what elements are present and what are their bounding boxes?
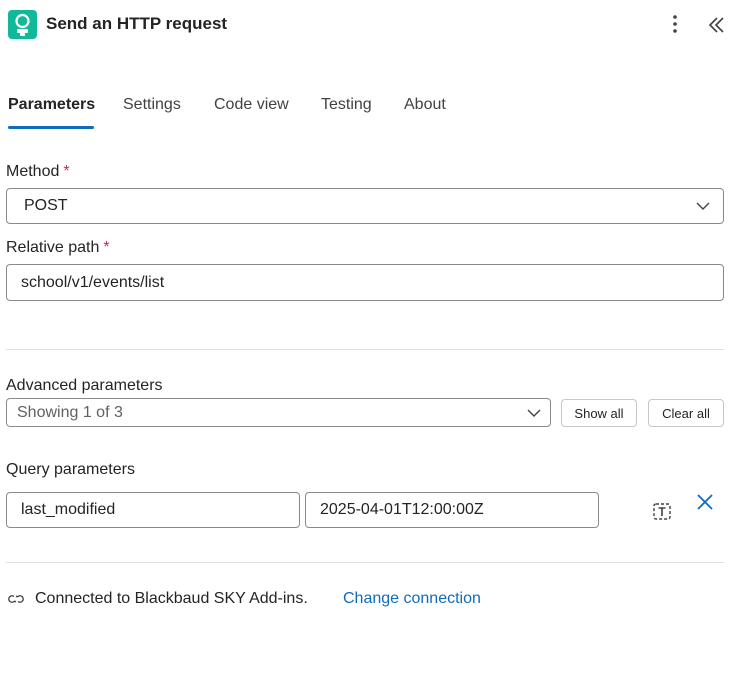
tab-code-view[interactable]: Code view <box>214 96 289 114</box>
query-key-value: last_modified <box>21 501 116 518</box>
connection-status: Connected to Blackbaud SKY Add-ins. <box>35 590 308 607</box>
insert-text-icon[interactable] <box>651 500 673 522</box>
method-label-text: Method <box>6 163 60 180</box>
query-value-value: 2025-04-01T12:00:00Z <box>320 501 484 518</box>
chevron-down-icon <box>696 202 710 210</box>
method-label: Method * <box>6 163 70 181</box>
tab-settings[interactable]: Settings <box>123 96 181 114</box>
relative-path-value: school/v1/events/list <box>21 273 165 291</box>
double-chevron-left-icon[interactable] <box>706 14 728 36</box>
divider <box>6 562 724 563</box>
query-value-input[interactable]: 2025-04-01T12:00:00Z <box>305 492 599 528</box>
tab-about[interactable]: About <box>404 96 446 114</box>
advanced-parameters-dropdown[interactable]: Showing 1 of 3 <box>6 398 551 427</box>
relative-path-label: Relative path * <box>6 239 110 257</box>
method-select[interactable]: POST <box>6 188 724 224</box>
page-title: Send an HTTP request <box>46 14 228 33</box>
show-all-button[interactable]: Show all <box>561 399 637 427</box>
tab-testing[interactable]: Testing <box>321 96 372 114</box>
chevron-down-icon <box>527 409 541 417</box>
required-mark: * <box>63 163 70 180</box>
advanced-parameters-value: Showing 1 of 3 <box>17 403 123 421</box>
query-key-input[interactable]: last_modified <box>6 492 300 528</box>
advanced-parameters-label: Advanced parameters <box>6 377 163 394</box>
app-icon <box>8 10 37 39</box>
clear-all-button[interactable]: Clear all <box>648 399 724 427</box>
relative-path-label-text: Relative path <box>6 239 100 256</box>
more-vertical-icon[interactable] <box>664 12 686 36</box>
close-icon[interactable] <box>695 492 715 512</box>
query-parameters-label: Query parameters <box>6 461 135 478</box>
active-tab-indicator <box>8 126 94 129</box>
change-connection-link[interactable]: Change connection <box>343 590 481 608</box>
required-mark: * <box>103 239 110 256</box>
relative-path-input[interactable]: school/v1/events/list <box>6 264 724 301</box>
method-value: POST <box>24 197 68 214</box>
tab-parameters[interactable]: Parameters <box>8 96 95 114</box>
divider <box>6 349 724 350</box>
link-icon <box>6 590 26 608</box>
